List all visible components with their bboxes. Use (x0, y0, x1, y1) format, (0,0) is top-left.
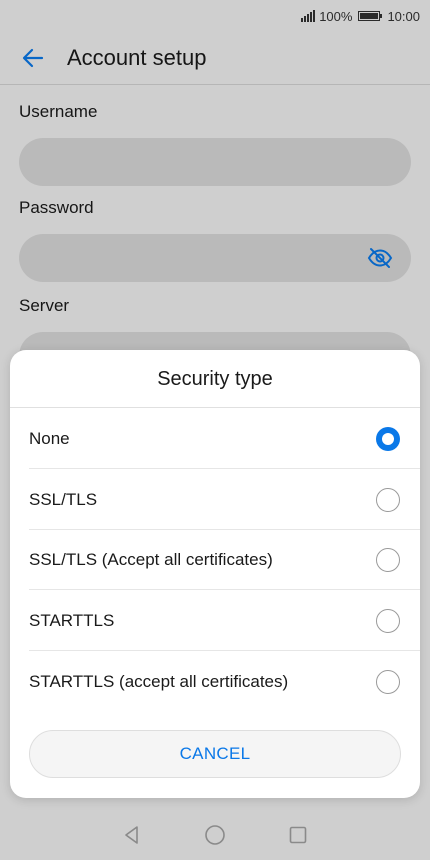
back-triangle-icon[interactable] (121, 824, 143, 846)
option-label: SSL/TLS (29, 489, 98, 509)
option-starttls[interactable]: STARTTLS (29, 591, 420, 651)
option-ssl-tls[interactable]: SSL/TLS (29, 470, 420, 530)
radio-unselected-icon[interactable] (376, 670, 400, 694)
radio-unselected-icon[interactable] (376, 608, 400, 633)
option-label: SSL/TLS (Accept all certificates) (29, 549, 273, 569)
cancel-button[interactable]: CANCEL (29, 730, 401, 778)
option-label: STARTTLS (29, 610, 115, 630)
option-none[interactable]: None (29, 409, 420, 469)
radio-unselected-icon[interactable] (376, 487, 400, 512)
radio-unselected-icon[interactable] (376, 547, 400, 572)
recents-square-icon[interactable] (287, 824, 309, 846)
home-circle-icon[interactable] (204, 824, 226, 846)
dialog-title: Security type (10, 350, 420, 408)
option-label: None (29, 428, 70, 448)
navigation-bar (0, 810, 430, 860)
option-label: STARTTLS (accept all certificates) (29, 672, 289, 691)
option-ssl-tls-accept-all[interactable]: SSL/TLS (Accept all certificates) (29, 530, 420, 590)
security-type-dialog: Security type None SSL/TLS SSL/TLS (Acce… (10, 350, 420, 798)
option-starttls-accept-all[interactable]: STARTTLS (accept all certificates) (29, 652, 420, 712)
radio-selected-icon[interactable] (376, 426, 400, 451)
